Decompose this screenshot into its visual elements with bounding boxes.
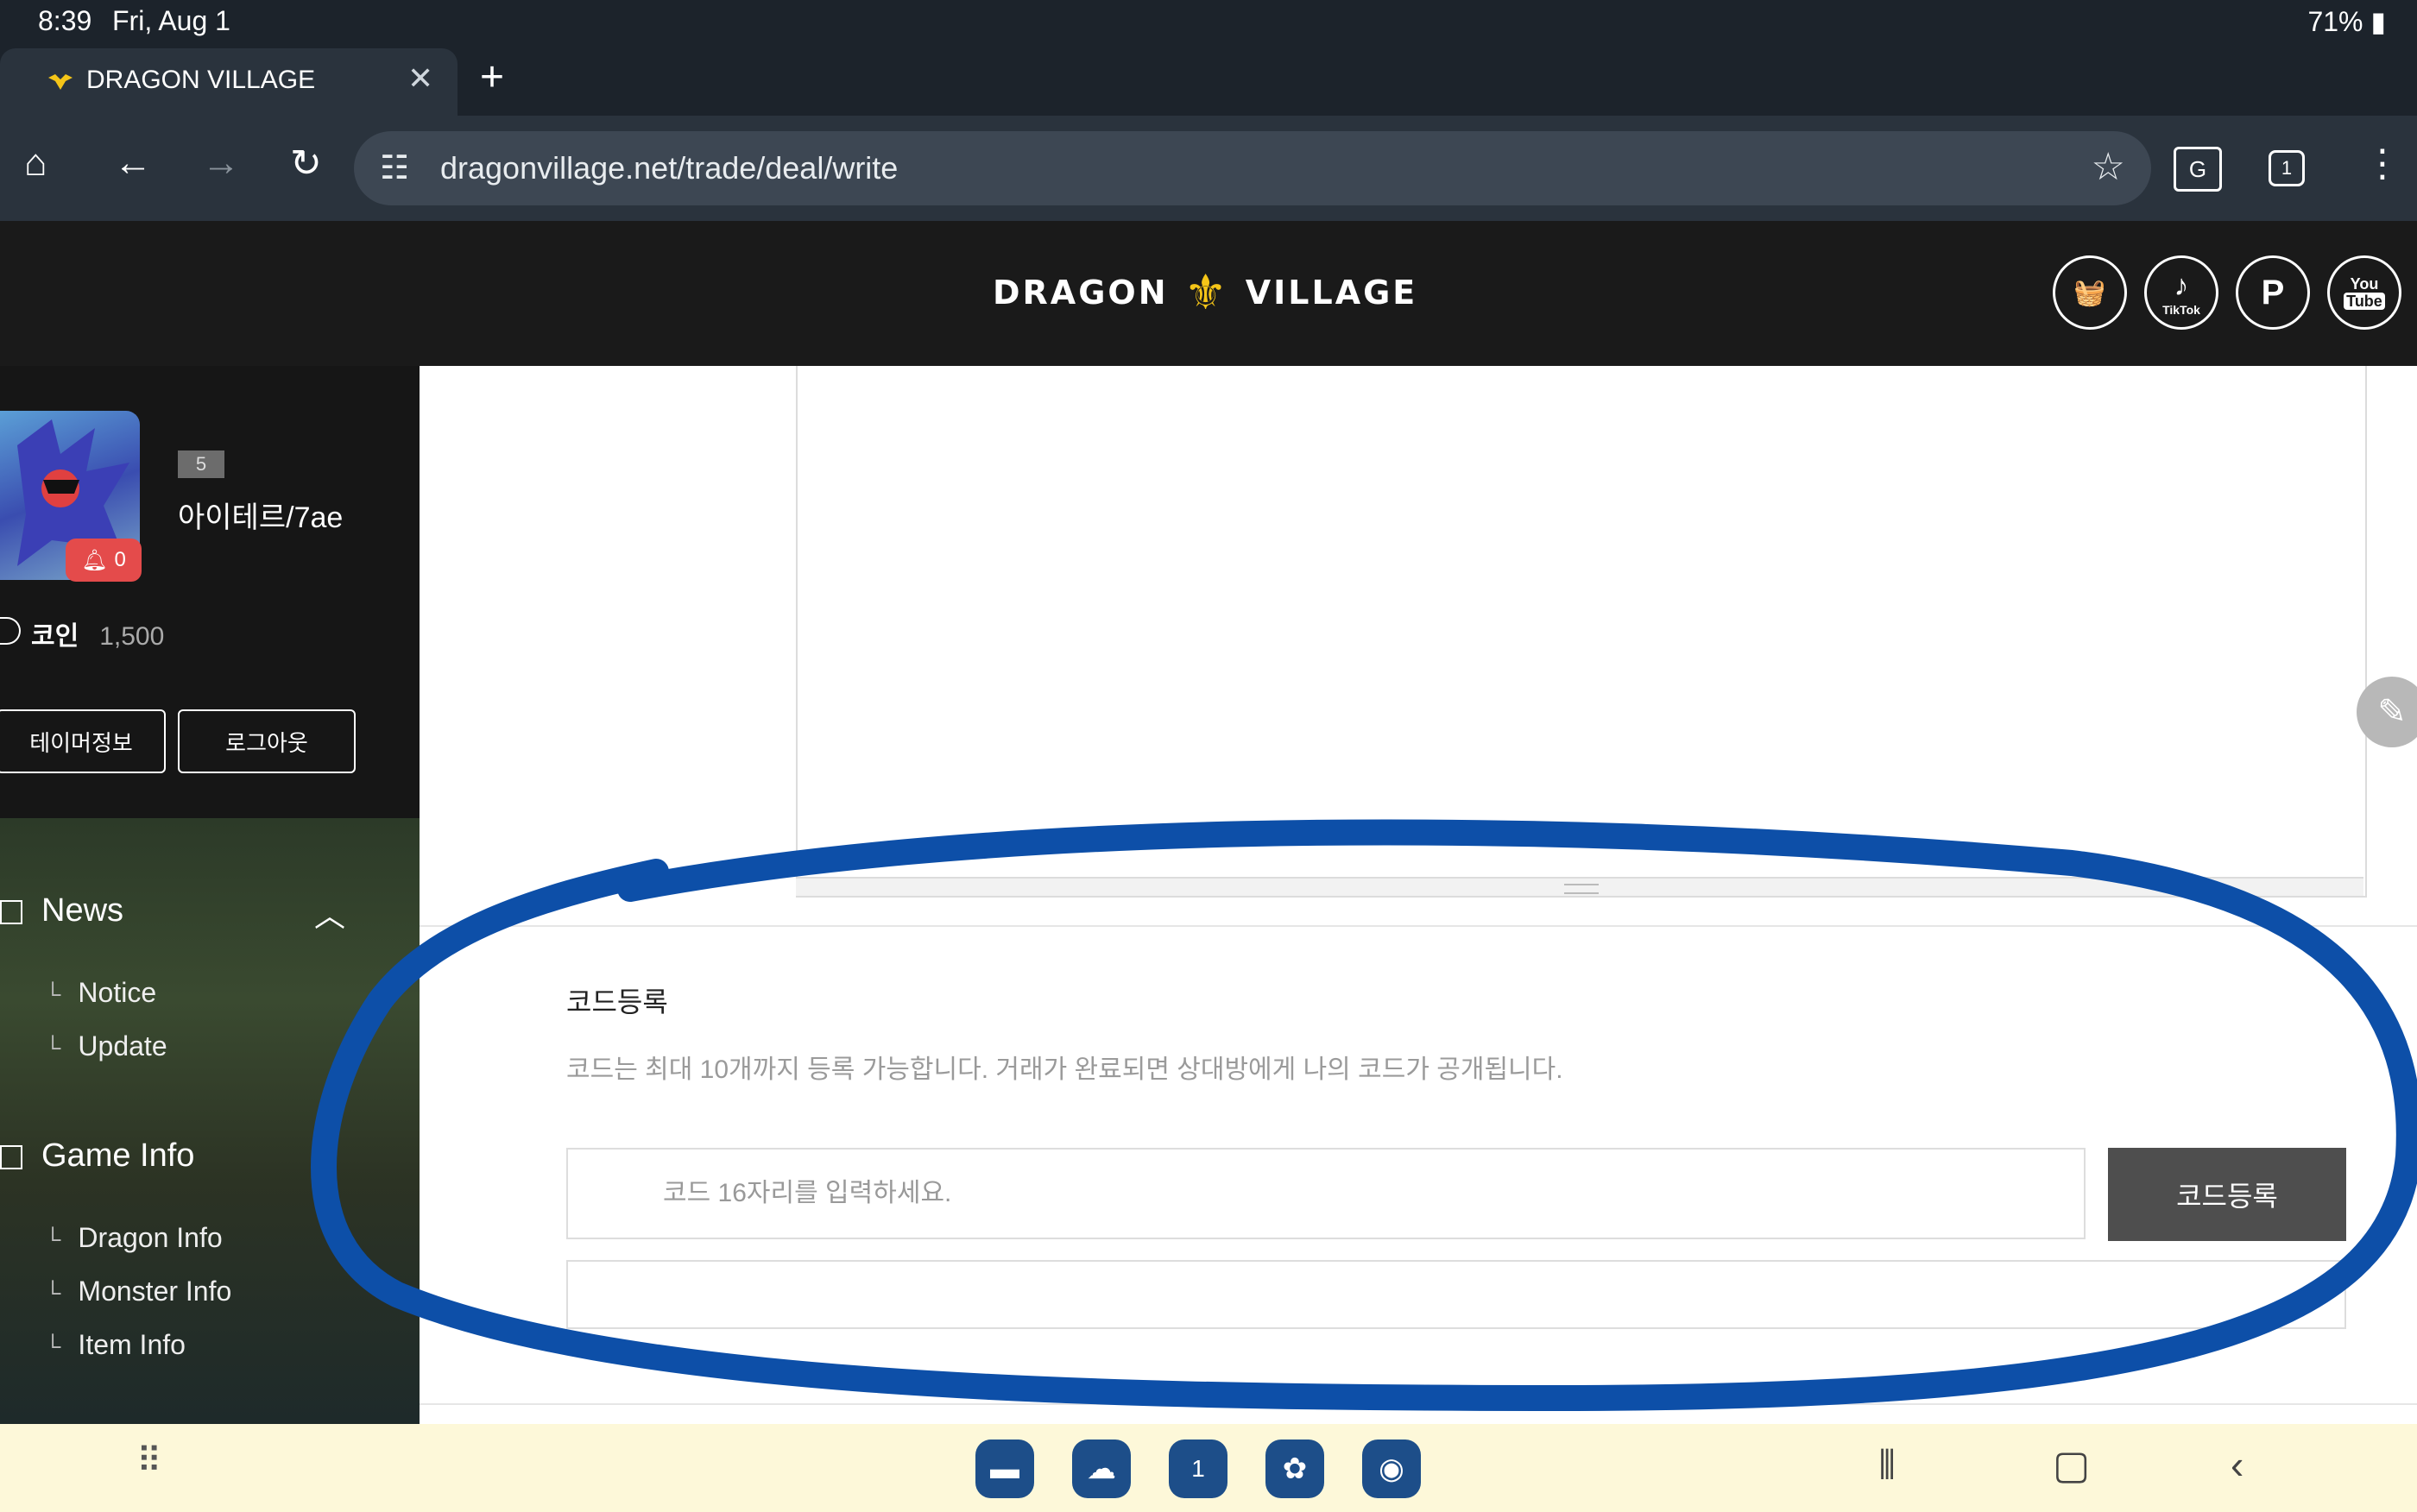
tab-close-icon[interactable]: ✕: [407, 60, 433, 97]
translate-icon[interactable]: G: [2174, 147, 2222, 192]
browser-tab[interactable]: DRAGON VILLAGE ✕: [0, 48, 458, 116]
menu-item-update[interactable]: └ Update: [45, 1030, 167, 1062]
camera-app-icon[interactable]: ◉: [1362, 1440, 1421, 1498]
files-app-icon[interactable]: ▬: [975, 1440, 1034, 1498]
menu-item-notice[interactable]: └ Notice: [45, 977, 156, 1009]
menu-news-label: News: [41, 892, 124, 929]
weather-app-icon[interactable]: ☁: [1072, 1440, 1131, 1498]
flower-app-icon[interactable]: ✿: [1265, 1440, 1324, 1498]
coin-label: 코인: [31, 622, 79, 651]
list-icon: [0, 1144, 22, 1169]
tab-count: 1: [2281, 157, 2293, 179]
reload-icon[interactable]: ↻: [290, 142, 322, 186]
menu-item-item-info[interactable]: └ Item Info: [45, 1329, 186, 1361]
back-icon[interactable]: ←: [114, 142, 152, 185]
logo-right-text: VILLAGE: [1245, 274, 1418, 312]
coin-icon: [0, 617, 21, 645]
new-tab-icon[interactable]: +: [480, 54, 504, 101]
tamer-info-button[interactable]: 테이머정보: [0, 709, 166, 773]
username: 아이테르/7ae: [178, 501, 344, 534]
tab-title: DRAGON VILLAGE: [86, 66, 316, 94]
status-battery: 71% ▮: [2307, 6, 2386, 37]
menu-item-monster-info[interactable]: └ Monster Info: [45, 1276, 231, 1307]
status-bar: 8:39 Fri, Aug 1 71% ▮: [0, 0, 2417, 45]
menu-news[interactable]: News: [0, 892, 123, 929]
menu-item-label: Notice: [78, 977, 157, 1008]
level-badge: 5: [178, 450, 224, 478]
forward-icon[interactable]: →: [202, 142, 240, 185]
chevron-up-icon[interactable]: ︿: [314, 891, 345, 936]
app-drawer-icon[interactable]: ⠿: [136, 1441, 161, 1481]
menu-item-label: Dragon Info: [78, 1222, 223, 1253]
menu-item-label: Update: [78, 1030, 167, 1062]
battery-text: 71%: [2307, 6, 2363, 37]
calendar-app-icon[interactable]: 1: [1169, 1440, 1227, 1498]
notification-badge[interactable]: 🔔︎ 0: [66, 539, 142, 582]
code-register-button[interactable]: 코드등록: [2108, 1148, 2346, 1241]
menu-item-dragon-info[interactable]: └ Dragon Info: [45, 1222, 223, 1254]
bell-icon: 🔔︎: [81, 548, 108, 572]
status-time: 8:39: [38, 5, 92, 36]
coin-row: 코인 1,500: [0, 614, 164, 652]
back-nav-icon[interactable]: ‹: [2231, 1441, 2243, 1488]
url-text[interactable]: dragonvillage.net/trade/deal/write: [440, 150, 898, 186]
dragon-favicon-icon: [48, 74, 73, 90]
code-input[interactable]: [566, 1148, 2086, 1239]
home-icon[interactable]: ⌂: [24, 142, 47, 185]
menu-game-info[interactable]: Game Info: [0, 1137, 194, 1175]
p-icon[interactable]: P: [2236, 255, 2310, 330]
home-button-icon[interactable]: ▢: [2053, 1441, 2090, 1488]
tiktok-icon[interactable]: ♪ TikTok: [2144, 255, 2218, 330]
list-icon: [0, 899, 22, 924]
bookmark-star-icon[interactable]: ☆: [2092, 145, 2125, 189]
logout-button[interactable]: 로그아웃: [178, 709, 356, 773]
status-date: Fri, Aug 1: [112, 5, 230, 36]
menu-item-label: Item Info: [78, 1329, 186, 1360]
divider: [420, 925, 2417, 927]
menu-game-info-label: Game Info: [41, 1137, 195, 1174]
text-editor-area[interactable]: [796, 366, 2367, 898]
tab-switcher-button[interactable]: 1: [2269, 150, 2305, 186]
editor-resize-handle[interactable]: [796, 877, 2363, 896]
more-menu-icon[interactable]: ⋮: [2363, 142, 2401, 186]
logo-left-text: DRAGON: [993, 274, 1169, 312]
code-register-description: 코드는 최대 10개까지 등록 가능합니다. 거래가 완료되면 상대방에게 나의…: [566, 1055, 1563, 1084]
dragon-wing-icon: ⚜: [1183, 264, 1230, 321]
notification-count: 0: [114, 548, 126, 571]
grip-lines-icon: [1564, 884, 1599, 894]
basket-icon[interactable]: 🧺: [2053, 255, 2127, 330]
menu-item-label: Monster Info: [78, 1276, 232, 1307]
divider: [420, 1403, 2417, 1405]
recents-icon[interactable]: ⦀: [1878, 1441, 1896, 1490]
youtube-icon[interactable]: You Tube: [2327, 255, 2401, 330]
registered-code-list: [566, 1260, 2346, 1329]
address-bar[interactable]: ☷ dragonvillage.net/trade/deal/write ☆: [354, 131, 2151, 205]
site-settings-icon[interactable]: ☷: [380, 148, 409, 187]
code-register-title: 코드등록: [566, 986, 668, 1017]
coin-value: 1,500: [99, 622, 165, 651]
site-logo[interactable]: DRAGON ⚜ VILLAGE: [993, 254, 1417, 331]
